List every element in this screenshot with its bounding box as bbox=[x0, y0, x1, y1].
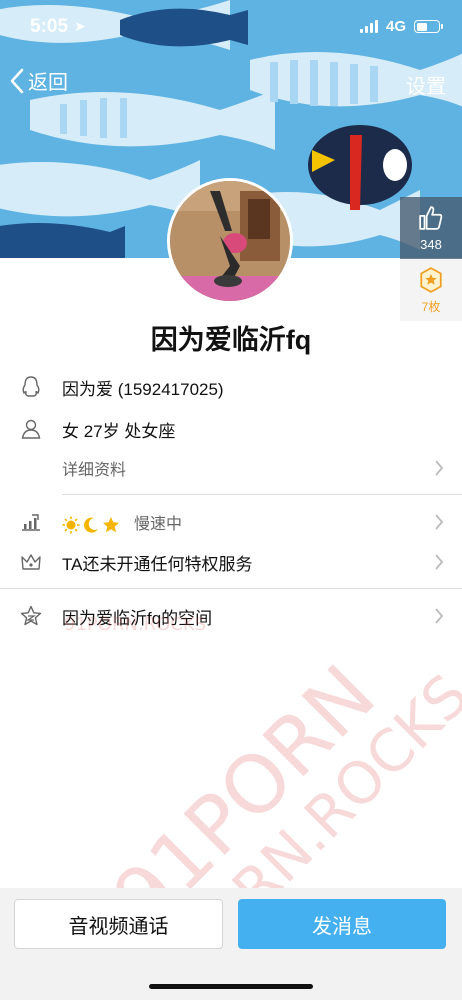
medal-star-icon bbox=[420, 267, 442, 293]
battery-icon bbox=[414, 20, 443, 33]
status-bar: 5:05 ➤ 4G bbox=[0, 0, 462, 56]
moon-icon bbox=[84, 517, 98, 533]
back-label: 返回 bbox=[28, 72, 68, 94]
person-icon bbox=[20, 418, 42, 440]
qzone-star-icon bbox=[20, 605, 42, 627]
crown-icon bbox=[20, 551, 42, 573]
level-speed-status: 慢速中 bbox=[134, 516, 183, 533]
star-icon bbox=[103, 516, 119, 532]
divider bbox=[62, 494, 462, 495]
status-indicators: 4G bbox=[359, 18, 443, 35]
level-text: 慢速中 bbox=[62, 510, 182, 534]
network-type: 4G bbox=[385, 18, 406, 35]
thumbs-up-icon bbox=[419, 206, 443, 230]
details-row[interactable]: 详细资料 bbox=[0, 449, 462, 487]
medal-button[interactable]: 7枚 bbox=[400, 259, 462, 321]
medal-count: 7枚 bbox=[421, 300, 441, 314]
chevron-right-icon bbox=[435, 554, 444, 570]
vip-privilege-row[interactable]: TA还未开通任何特权服务 bbox=[0, 543, 462, 581]
level-badges bbox=[62, 516, 120, 534]
qq-account-text: 因为爱 (1592417025) bbox=[62, 379, 224, 399]
settings-button[interactable]: 设置 bbox=[406, 70, 446, 99]
qzone-text: 因为爱临沂fq的空间 bbox=[62, 608, 213, 628]
qzone-row[interactable]: 因为爱临沂fq的空间 bbox=[0, 597, 462, 635]
chevron-left-icon bbox=[10, 68, 24, 93]
location-arrow-icon: ➤ bbox=[74, 18, 86, 34]
like-button[interactable]: 348 bbox=[400, 197, 462, 259]
home-indicator[interactable] bbox=[149, 984, 313, 989]
cellular-signal-icon bbox=[359, 20, 378, 33]
level-row[interactable]: 慢速中 bbox=[0, 503, 462, 541]
avatar[interactable] bbox=[167, 178, 293, 304]
chevron-right-icon bbox=[435, 460, 444, 476]
profile-nickname: 因为爱临沂fq bbox=[150, 325, 312, 355]
sun-icon bbox=[62, 516, 80, 534]
personal-info-row: 女 27岁 处女座 bbox=[0, 410, 462, 448]
details-label: 详细资料 bbox=[62, 462, 127, 479]
avatar-photo bbox=[170, 181, 290, 301]
chevron-right-icon bbox=[435, 608, 444, 624]
personal-info-text: 女 27岁 处女座 bbox=[62, 421, 176, 441]
av-call-button[interactable]: 音视频通话 bbox=[14, 899, 223, 949]
divider bbox=[0, 588, 462, 589]
send-message-button[interactable]: 发消息 bbox=[238, 899, 446, 949]
back-button[interactable]: 返回 bbox=[10, 66, 68, 95]
qq-account-row: 因为爱 (1592417025) bbox=[0, 368, 462, 406]
status-time: 5:05 bbox=[30, 16, 69, 37]
like-count: 348 bbox=[420, 237, 442, 252]
chevron-right-icon bbox=[435, 514, 444, 530]
qq-penguin-icon bbox=[20, 376, 42, 398]
level-chart-icon bbox=[20, 511, 42, 533]
vip-privilege-text: TA还未开通任何特权服务 bbox=[62, 554, 253, 574]
